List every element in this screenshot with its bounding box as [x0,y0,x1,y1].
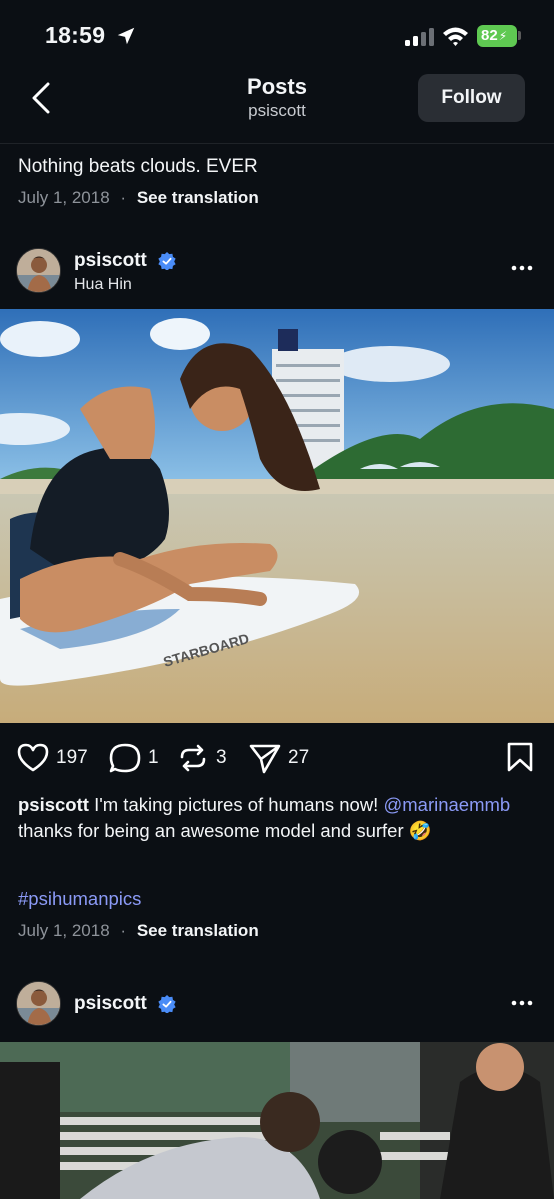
battery-level: 82 [481,27,498,44]
repost-count: 3 [216,747,227,768]
post-photo[interactable]: STARBOARD [0,309,554,723]
top-nav-bar: Posts psiscott Follow [0,70,554,144]
battery-indicator: 82⚡ [477,25,517,47]
share-button[interactable]: 27 [248,738,309,778]
post-username[interactable]: psiscott [74,250,147,272]
avatar-image [17,249,60,292]
avatar[interactable] [16,248,61,293]
follow-button[interactable]: Follow [418,74,525,122]
send-icon [249,744,281,774]
post-header: psiscott [0,981,554,1041]
event-hall-photo [0,1042,554,1199]
verified-badge-icon [158,995,176,1013]
wifi-icon [443,27,468,46]
status-bar: 18:59 82⚡ [0,0,554,70]
hashtag-link[interactable]: #psihumanpics [18,888,141,910]
post-photo[interactable] [0,1042,554,1199]
bookmark-icon[interactable] [506,742,534,772]
post-caption: psiscott I'm taking pictures of humans n… [18,792,543,844]
battery-tip [518,31,521,40]
caption-username[interactable]: psiscott [18,794,89,815]
separator-dot: · [120,188,127,207]
more-options-icon[interactable] [510,993,534,1013]
see-translation-link[interactable]: See translation [137,188,259,207]
post-actions: 197 1 3 27 [0,738,554,778]
share-count: 27 [288,747,310,768]
previous-post-caption: Nothing beats clouds. EVER [18,156,258,177]
repost-button[interactable]: 3 [176,738,227,778]
post-date: July 1, 2018 [18,188,110,207]
avatar-image [17,982,60,1025]
avatar[interactable] [16,981,61,1026]
post-location[interactable]: Hua Hin [74,276,132,294]
post-header: psiscott Hua Hin [0,248,554,308]
post-meta: July 1, 2018 · See translation [18,921,259,941]
beach-surfboard-photo: STARBOARD [0,309,554,723]
comment-button[interactable]: 1 [108,738,159,778]
post-date: July 1, 2018 [18,921,110,940]
caption-text-continued: thanks for being an awesome model and su… [18,820,432,841]
verified-badge-icon [158,252,176,270]
see-translation-link[interactable]: See translation [137,921,259,940]
comment-icon [109,743,141,773]
repost-icon [180,744,206,772]
cellular-signal-icon [405,28,434,46]
like-count: 197 [56,747,88,768]
caption-text: I'm taking pictures of humans now! [88,794,384,815]
more-options-icon[interactable] [510,258,534,278]
post-username[interactable]: psiscott [74,993,147,1015]
mention-link[interactable]: @marinaemmb [383,794,510,815]
status-time: 18:59 [45,22,106,48]
comment-count: 1 [148,747,159,768]
heart-icon [17,743,49,772]
like-button[interactable]: 197 [16,738,88,778]
location-arrow-icon [117,27,135,45]
separator-dot: · [120,921,127,940]
previous-post-meta: July 1, 2018 · See translation [18,188,259,208]
